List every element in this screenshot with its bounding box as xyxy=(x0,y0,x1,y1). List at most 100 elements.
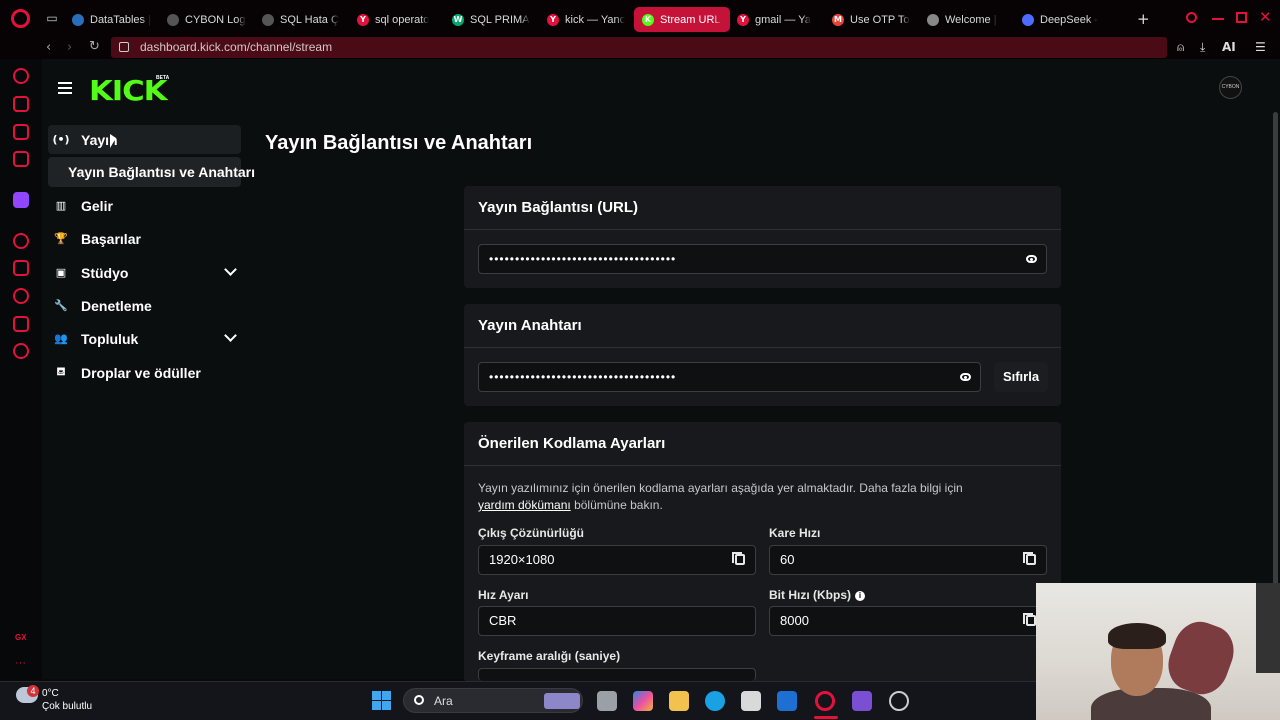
music-icon[interactable] xyxy=(13,233,29,249)
copy-icon[interactable] xyxy=(1023,552,1036,565)
trophy-icon: 🏆 xyxy=(54,232,68,245)
tab-islands-icon[interactable]: ▭ xyxy=(45,11,59,25)
opera-logo-icon[interactable] xyxy=(11,9,30,28)
browser-tab[interactable]: SQL Hata Ç xyxy=(254,7,350,32)
url-text[interactable]: dashboard.kick.com/channel/stream xyxy=(140,40,332,54)
outlook-icon[interactable] xyxy=(777,691,797,711)
webcam-body xyxy=(1091,688,1211,720)
nav-stream[interactable]: (•) Yayın xyxy=(48,125,241,154)
account-icon[interactable]: ⍝ xyxy=(1177,40,1184,55)
history-icon[interactable] xyxy=(13,288,29,304)
downloads-icon[interactable]: ⤓ xyxy=(1200,40,1205,55)
stream-key-value: •••••••••••••••••••••••••••••••••••• xyxy=(489,370,677,384)
browser-tab[interactable]: Welcome | xyxy=(919,7,1015,32)
stream-url-title: Yayın Bağlantısı (URL) xyxy=(464,186,1061,230)
gmail-favicon-icon: M xyxy=(832,13,844,26)
nav-moderation[interactable]: 🔧 Denetleme xyxy=(48,291,241,320)
copilot-icon[interactable] xyxy=(633,691,653,711)
help-doc-link[interactable]: yardım dökümanı xyxy=(478,498,571,512)
eye-icon[interactable] xyxy=(1026,255,1037,263)
pin-icon[interactable] xyxy=(13,260,29,276)
gmail-icon[interactable] xyxy=(13,151,29,167)
lock-icon[interactable] xyxy=(119,42,129,52)
task-view-icon[interactable] xyxy=(597,691,617,711)
nav-achievements[interactable]: 🏆 Başarılar xyxy=(48,224,241,253)
ai-label: AI xyxy=(1222,40,1236,54)
stream-url-field[interactable]: •••••••••••••••••••••••••••••••••••• xyxy=(478,244,1047,274)
edge-icon[interactable] xyxy=(705,691,725,711)
tab-title: kick — Yanc xyxy=(565,13,626,26)
weather-badge: 4 xyxy=(27,685,39,697)
browser-tab[interactable]: W SQL PRIMA xyxy=(444,7,540,32)
nav-community[interactable]: 👥 Topluluk xyxy=(48,324,241,353)
browser-tab[interactable]: M Use OTP To xyxy=(824,7,920,32)
browser-tab[interactable]: DeepSeek - xyxy=(1014,7,1110,32)
hamburger-menu-icon[interactable] xyxy=(58,82,72,97)
scrollbar[interactable] xyxy=(1273,112,1278,592)
maximize-icon[interactable] xyxy=(1236,12,1247,23)
twitch-icon[interactable] xyxy=(13,192,29,208)
gx-icon[interactable]: GX xyxy=(15,633,27,642)
flow-icon[interactable] xyxy=(13,124,29,140)
kick-logo[interactable]: KICK xyxy=(89,74,168,107)
nav-stream-key[interactable]: Yayın Bağlantısı ve Anahtarı xyxy=(48,157,255,187)
nav-income[interactable]: ▥ Gelir xyxy=(48,191,241,220)
rate-control-field[interactable]: CBR xyxy=(478,606,756,636)
more-icon[interactable]: ··· xyxy=(15,657,26,669)
store-icon[interactable] xyxy=(741,691,761,711)
speed-dial-icon[interactable] xyxy=(13,68,29,84)
bag-icon[interactable] xyxy=(13,96,29,112)
nav-drops[interactable]: ⛾ Droplar ve ödüller xyxy=(48,358,241,387)
taskbar-search[interactable]: Ara xyxy=(403,688,583,713)
browser-tab[interactable]: DataTables | xyxy=(64,7,160,32)
browser-tab[interactable]: Ysql operato xyxy=(349,7,445,32)
temperature[interactable]: 0°C xyxy=(42,688,59,699)
search-tabs-icon[interactable] xyxy=(1186,12,1197,23)
minimize-icon[interactable] xyxy=(1212,18,1224,20)
page-title: Yayın Bağlantısı ve Anahtarı xyxy=(265,132,533,154)
settings-icon[interactable] xyxy=(13,343,29,359)
openai-favicon-icon xyxy=(262,13,274,26)
avatar[interactable]: CYBON xyxy=(1219,76,1242,99)
new-tab-icon[interactable]: + xyxy=(1137,10,1150,28)
nav-studio-label: Stüdyo xyxy=(81,264,129,281)
browser-tab[interactable]: CYBON Log xyxy=(159,7,255,32)
browser-tab[interactable]: Ykick — Yanc xyxy=(539,7,635,32)
weather-text[interactable]: Çok bulutlu xyxy=(42,701,92,712)
opera-gx-icon[interactable] xyxy=(815,691,835,711)
datatables-favicon-icon xyxy=(72,13,84,26)
close-icon[interactable]: ✕ xyxy=(1259,8,1273,26)
extensions-icon[interactable] xyxy=(13,316,29,332)
nav-studio[interactable]: ▣ Stüdyo xyxy=(48,258,241,287)
studio-icon: ▣ xyxy=(55,266,67,279)
tab-title: DeepSeek - xyxy=(1040,13,1099,26)
visual-studio-icon[interactable] xyxy=(852,691,872,711)
fps-field[interactable]: 60 xyxy=(769,545,1047,575)
forward-icon[interactable]: › xyxy=(67,40,72,55)
back-icon[interactable]: ‹ xyxy=(46,40,51,55)
stream-key-field[interactable]: •••••••••••••••••••••••••••••••••••• xyxy=(478,362,981,392)
document-favicon-icon xyxy=(927,13,939,26)
copy-icon[interactable] xyxy=(1023,613,1036,626)
browser-tab[interactable]: K Stream URL & Key - K xyxy=(634,7,730,32)
menu-icon[interactable]: ☰ xyxy=(1255,40,1266,54)
copy-icon[interactable] xyxy=(732,552,745,565)
bitrate-field[interactable]: 8000 xyxy=(769,606,1047,636)
eye-icon[interactable] xyxy=(960,373,971,381)
wrench-icon: 🔧 xyxy=(54,299,68,312)
browser-tab[interactable]: Ygmail — Ya xyxy=(729,7,825,32)
ai-button[interactable]: AI xyxy=(1222,40,1236,54)
nav-drops-label: Droplar ve ödüller xyxy=(81,364,201,381)
info-icon[interactable]: i xyxy=(855,591,865,601)
keyframe-field[interactable] xyxy=(478,668,756,681)
yandex-favicon-icon: Y xyxy=(547,13,559,26)
browser-tab-bar: ▭ DataTables | CYBON Log SQL Hata Ç Ysql op… xyxy=(0,0,1280,37)
file-explorer-icon[interactable] xyxy=(669,691,689,711)
resolution-label: Çıkış Çözünürlüğü xyxy=(478,526,584,540)
reload-icon[interactable]: ↻ xyxy=(89,39,100,54)
reset-key-button[interactable]: Sıfırla xyxy=(994,362,1048,392)
active-app-indicator xyxy=(814,716,838,719)
obs-icon[interactable] xyxy=(889,691,909,711)
windows-start-icon[interactable] xyxy=(372,691,391,710)
resolution-field[interactable]: 1920×1080 xyxy=(478,545,756,575)
